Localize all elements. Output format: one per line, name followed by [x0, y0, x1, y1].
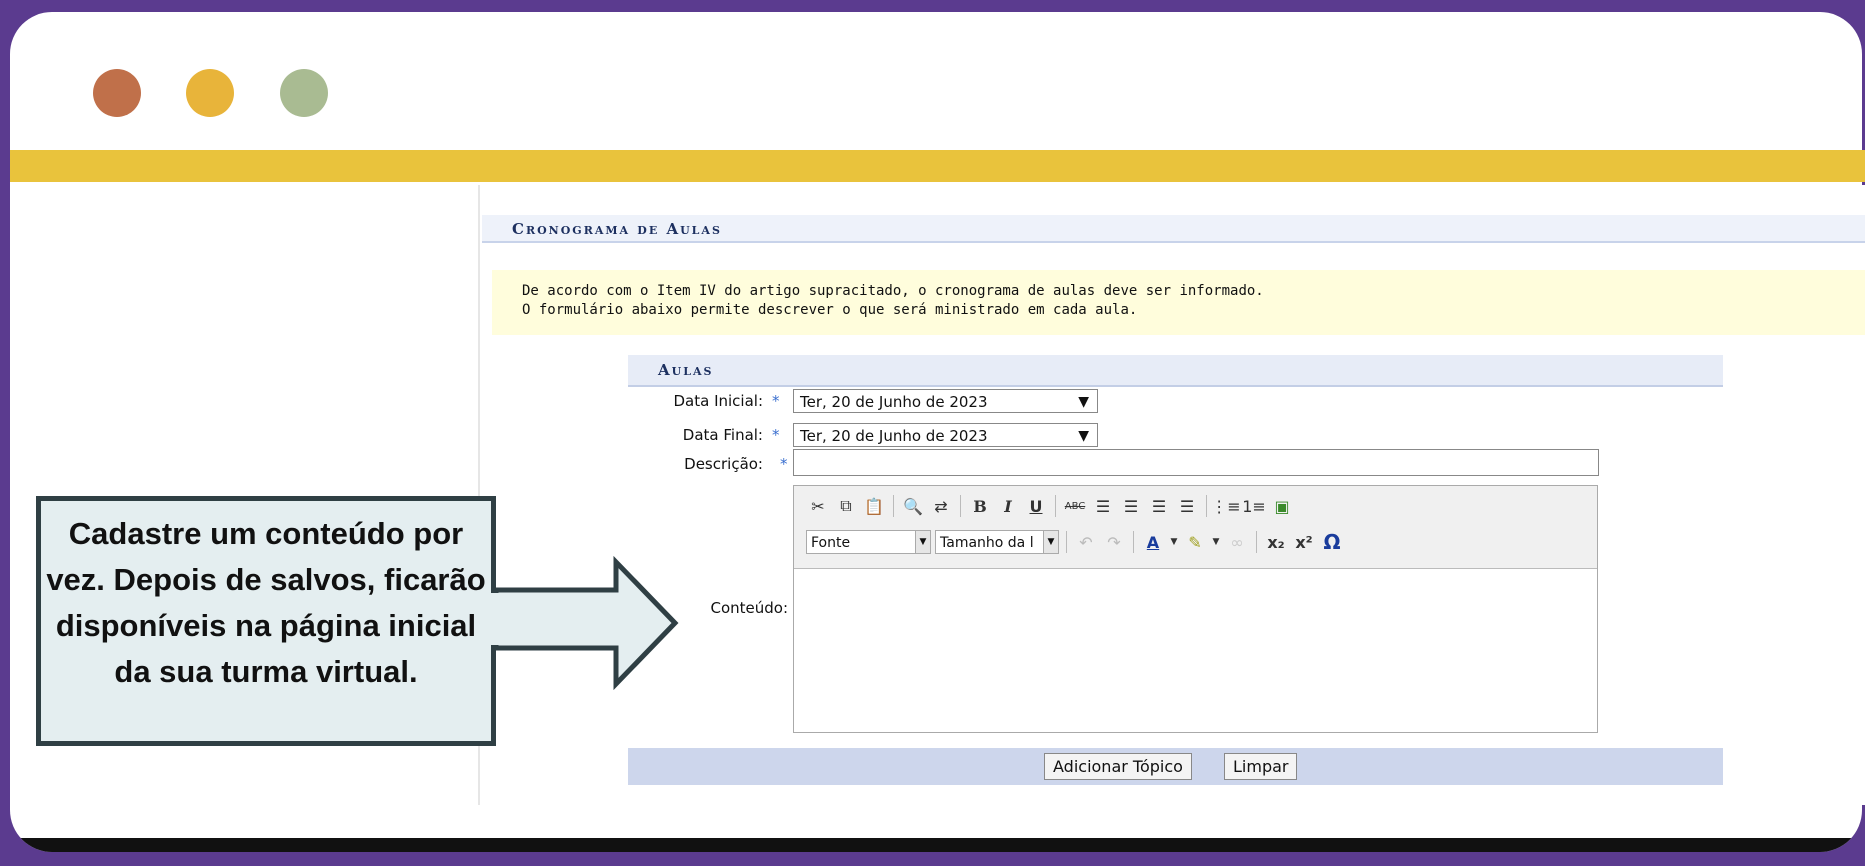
info-box: De acordo com o Item IV do artigo suprac…: [492, 270, 1865, 335]
toolbar-separator: [1206, 495, 1207, 517]
toolbar-separator: [1133, 531, 1134, 553]
descricao-input[interactable]: [793, 449, 1599, 476]
accent-bar: [10, 150, 1865, 182]
strikethrough-icon[interactable]: ABC: [1063, 494, 1087, 518]
highlight-color-icon[interactable]: ✎: [1183, 530, 1207, 554]
toolbar-separator: [1256, 531, 1257, 553]
required-mark: *: [772, 392, 780, 410]
numbered-list-icon[interactable]: 1≡: [1242, 494, 1266, 518]
size-select[interactable]: Tamanho da l ▼: [935, 530, 1059, 554]
subscript-icon[interactable]: x₂: [1264, 530, 1288, 554]
required-mark: *: [772, 426, 780, 444]
chevron-down-icon[interactable]: ▼: [1211, 530, 1221, 554]
chevron-down-icon: ▼: [1078, 428, 1089, 444]
bold-icon[interactable]: B: [968, 494, 992, 518]
italic-icon[interactable]: I: [996, 494, 1020, 518]
data-inicial-select[interactable]: Ter, 20 de Junho de 2023 ▼: [793, 389, 1098, 413]
descricao-label: Descrição:: [684, 455, 763, 473]
toolbar-row: Fonte ▼ Tamanho da l ▼ ↶ ↷ A ▼ ✎ ▼ ∞ x₂ …: [806, 528, 1344, 556]
data-final-select[interactable]: Ter, 20 de Junho de 2023 ▼: [793, 423, 1098, 447]
link-icon[interactable]: ∞: [1225, 530, 1249, 554]
conteudo-edit-area[interactable]: [794, 569, 1597, 732]
section-header: Aulas: [628, 355, 1723, 387]
add-topic-button[interactable]: Adicionar Tópico: [1044, 753, 1192, 780]
data-inicial-value: Ter, 20 de Junho de 2023: [800, 393, 988, 411]
aulas-form: Aulas Data Inicial: * Ter, 20 de Junho d…: [628, 355, 1723, 785]
conteudo-label: Conteúdo:: [710, 599, 788, 617]
replace-icon[interactable]: ⇄: [929, 494, 953, 518]
editor-toolbar: ✂ ⧉ 📋 🔍 ⇄ B I U ABC ☰ ☰ ☰ ☰ ⋮≡ 1≡ ▣ Font…: [794, 486, 1597, 569]
copy-icon[interactable]: ⧉: [834, 494, 858, 518]
font-select-value: Fonte: [811, 535, 851, 551]
toolbar-separator: [1066, 531, 1067, 553]
undo-icon[interactable]: ↶: [1074, 530, 1098, 554]
font-select[interactable]: Fonte ▼: [806, 530, 931, 554]
toolbar-row: ✂ ⧉ 📋 🔍 ⇄ B I U ABC ☰ ☰ ☰ ☰ ⋮≡ 1≡ ▣: [806, 492, 1294, 520]
paste-icon[interactable]: 📋: [862, 494, 886, 518]
clear-button[interactable]: Limpar: [1224, 753, 1298, 780]
size-select-value: Tamanho da l: [940, 535, 1034, 551]
text-color-icon[interactable]: A: [1141, 530, 1165, 554]
toolbar-separator: [893, 495, 894, 517]
data-inicial-label: Data Inicial:: [673, 392, 763, 410]
bullet-list-icon[interactable]: ⋮≡: [1211, 494, 1240, 518]
window-dot-green: [280, 69, 328, 117]
window-dot-red: [93, 69, 141, 117]
frame-bottom-edge: [10, 838, 1862, 852]
toolbar-separator: [960, 495, 961, 517]
align-center-icon[interactable]: ☰: [1119, 494, 1143, 518]
button-bar: Adicionar Tópico Limpar: [628, 748, 1723, 785]
data-final-value: Ter, 20 de Junho de 2023: [800, 427, 988, 445]
page-title-bar: Cronograma de Aulas: [482, 215, 1865, 243]
chevron-down-icon: ▼: [1078, 394, 1089, 410]
rich-text-editor: ✂ ⧉ 📋 🔍 ⇄ B I U ABC ☰ ☰ ☰ ☰ ⋮≡ 1≡ ▣ Font…: [793, 485, 1598, 733]
underline-icon[interactable]: U: [1024, 494, 1048, 518]
chevron-down-icon: ▼: [915, 531, 930, 553]
window-dot-yellow: [186, 69, 234, 117]
info-line: De acordo com o Item IV do artigo suprac…: [522, 283, 1264, 299]
find-icon[interactable]: 🔍: [901, 494, 925, 518]
toolbar-separator: [1055, 495, 1056, 517]
chevron-down-icon: ▼: [1043, 531, 1058, 553]
align-left-icon[interactable]: ☰: [1091, 494, 1115, 518]
callout-text: Cadastre um conteúdo por vez. Depois de …: [46, 516, 486, 689]
section-title: Aulas: [658, 361, 714, 379]
info-line: O formulário abaixo permite descrever o …: [522, 302, 1138, 318]
callout-box: Cadastre um conteúdo por vez. Depois de …: [36, 496, 496, 746]
superscript-icon[interactable]: x²: [1292, 530, 1316, 554]
redo-icon[interactable]: ↷: [1102, 530, 1126, 554]
cut-icon[interactable]: ✂: [806, 494, 830, 518]
chevron-down-icon[interactable]: ▼: [1169, 530, 1179, 554]
align-justify-icon[interactable]: ☰: [1175, 494, 1199, 518]
screenshot-content: Cronograma de Aulas De acordo com o Item…: [478, 185, 1865, 805]
required-mark: *: [780, 455, 788, 473]
image-icon[interactable]: ▣: [1270, 494, 1294, 518]
page-title: Cronograma de Aulas: [512, 220, 722, 238]
align-right-icon[interactable]: ☰: [1147, 494, 1171, 518]
special-character-icon[interactable]: Ω: [1320, 530, 1344, 554]
data-final-label: Data Final:: [682, 426, 763, 444]
